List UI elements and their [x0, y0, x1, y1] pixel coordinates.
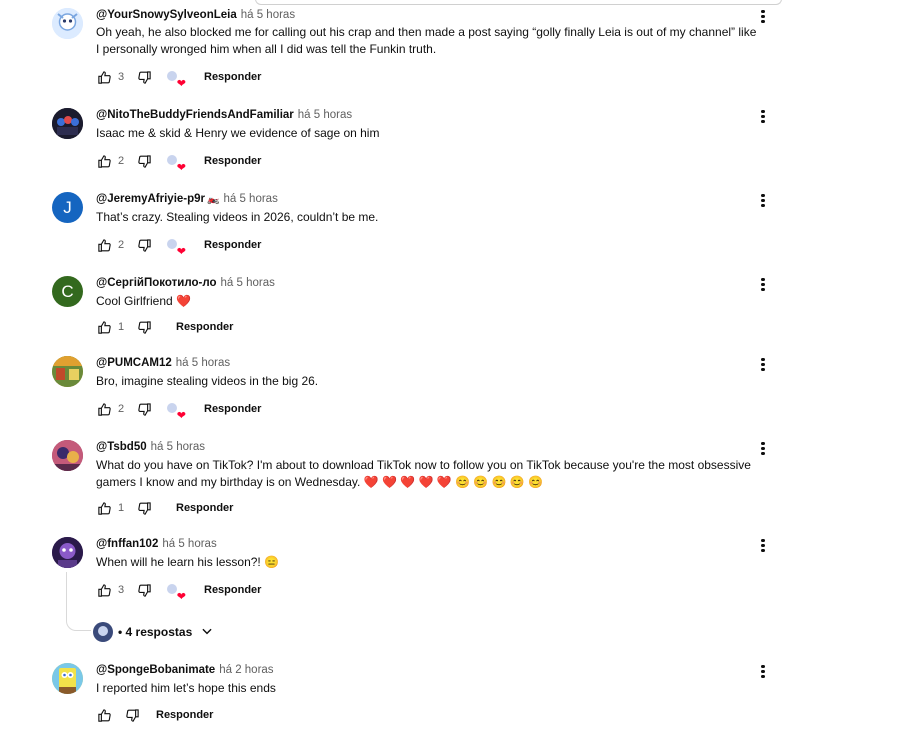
- reply-button[interactable]: Responder: [156, 709, 213, 721]
- avatar[interactable]: [52, 108, 83, 139]
- comment-text: Cool Girlfriend ❤️: [96, 293, 761, 310]
- comment-emoji: ❤️ ❤️ ❤️ ❤️ ❤️ 😊 😊 😊 😊 😊: [363, 475, 544, 489]
- comment-time[interactable]: há 2 horas: [219, 664, 273, 676]
- comment-text: Isaac me & skid & Henry we evidence of s…: [96, 126, 380, 140]
- like-count: 2: [118, 239, 125, 251]
- more-vert-icon[interactable]: [755, 663, 771, 681]
- replies-count-label[interactable]: • 4 respostas: [118, 625, 192, 639]
- reply-button[interactable]: Responder: [204, 71, 261, 83]
- previous-element-edge: [255, 0, 782, 5]
- reply-button[interactable]: Responder: [204, 155, 261, 167]
- comment-time[interactable]: há 5 horas: [298, 109, 352, 121]
- comment-text: What do you have on TikTok? I'm about to…: [96, 457, 761, 491]
- comment-author[interactable]: @YourSnowySylveonLeia: [96, 9, 237, 21]
- comment-time[interactable]: há 5 horas: [241, 9, 295, 21]
- creator-avatar-mini: [93, 622, 113, 642]
- comment-text: That’s crazy. Stealing videos in 2026, c…: [96, 210, 379, 224]
- like-count: 1: [118, 321, 125, 333]
- more-vert-icon[interactable]: [755, 108, 771, 126]
- creator-heart-icon: ❤: [162, 151, 186, 174]
- comment-time[interactable]: há 5 horas: [151, 441, 205, 453]
- more-vert-icon[interactable]: [755, 192, 771, 210]
- thumbs-up-icon[interactable]: [96, 153, 112, 169]
- chevron-down-icon[interactable]: [200, 624, 214, 641]
- comment-author[interactable]: @fnffan102: [96, 538, 158, 550]
- reply-button[interactable]: Responder: [204, 584, 261, 596]
- comment-text: I reported him let’s hope this ends: [96, 681, 276, 695]
- creator-heart-icon: ❤: [162, 399, 186, 422]
- creator-heart-icon: ❤: [162, 67, 186, 90]
- creator-heart-icon: ❤: [162, 235, 186, 258]
- thumbs-down-icon[interactable]: [136, 237, 152, 253]
- comment-author[interactable]: @Tsbd50: [96, 441, 147, 453]
- comment-text: When will he learn his lesson?! 😑: [96, 554, 761, 571]
- like-count: 2: [118, 155, 125, 167]
- thumbs-down-icon[interactable]: [136, 153, 152, 169]
- replies-toggle-button[interactable]: • 4 respostas: [93, 622, 214, 642]
- comment-author[interactable]: @SpongeBobanimate: [96, 664, 215, 676]
- comment-time[interactable]: há 5 horas: [221, 277, 275, 289]
- comment-text-body: Cool Girlfriend: [96, 294, 173, 308]
- avatar[interactable]: [52, 663, 83, 694]
- reply-button[interactable]: Responder: [176, 502, 233, 514]
- thumbs-up-icon[interactable]: [96, 237, 112, 253]
- creator-heart-icon: ❤: [162, 580, 186, 603]
- thumbs-up-icon[interactable]: [96, 707, 112, 723]
- thumbs-up-icon[interactable]: [96, 319, 112, 335]
- reply-button[interactable]: Responder: [176, 321, 233, 333]
- thumbs-up-icon[interactable]: [96, 582, 112, 598]
- comment-author[interactable]: @JeremyAfriyie-p9r: [96, 193, 205, 205]
- more-vert-icon[interactable]: [755, 276, 771, 294]
- thread-connector-line: [66, 572, 91, 631]
- comment-author[interactable]: @PUMCAM12: [96, 357, 172, 369]
- comment-text: Bro, imagine stealing videos in the big …: [96, 374, 319, 388]
- comment-text: Oh yeah, he also blocked me for calling …: [96, 25, 757, 56]
- comment-time[interactable]: há 5 horas: [223, 193, 277, 205]
- thumbs-down-icon[interactable]: [136, 582, 152, 598]
- thumbs-up-icon[interactable]: [96, 69, 112, 85]
- avatar[interactable]: [52, 8, 83, 39]
- avatar[interactable]: [52, 440, 83, 471]
- thumbs-up-icon[interactable]: [96, 500, 112, 516]
- reply-button[interactable]: Responder: [204, 403, 261, 415]
- thumbs-down-icon[interactable]: [136, 69, 152, 85]
- member-badge: 🏍️: [207, 194, 220, 205]
- like-count: 1: [118, 502, 125, 514]
- more-vert-icon[interactable]: [755, 356, 771, 374]
- like-count: 2: [118, 403, 125, 415]
- comment-text-body: When will he learn his lesson?!: [96, 555, 261, 569]
- avatar[interactable]: C: [52, 276, 83, 307]
- avatar[interactable]: [52, 537, 83, 568]
- like-count: 3: [118, 71, 125, 83]
- thumbs-up-icon[interactable]: [96, 401, 112, 417]
- comment-emoji: ❤️: [176, 294, 191, 308]
- thumbs-down-icon[interactable]: [124, 707, 140, 723]
- comment-time[interactable]: há 5 horas: [176, 357, 230, 369]
- like-count: 3: [118, 584, 125, 596]
- thumbs-down-icon[interactable]: [136, 401, 152, 417]
- avatar[interactable]: J: [52, 192, 83, 223]
- more-vert-icon[interactable]: [755, 537, 771, 555]
- avatar[interactable]: [52, 356, 83, 387]
- comment-time[interactable]: há 5 horas: [162, 538, 216, 550]
- thumbs-down-icon[interactable]: [136, 319, 152, 335]
- comment-author[interactable]: @СергійПокотило-ло: [96, 277, 217, 289]
- thumbs-down-icon[interactable]: [136, 500, 152, 516]
- avatar-letter: C: [61, 281, 74, 301]
- reply-button[interactable]: Responder: [204, 239, 261, 251]
- more-vert-icon[interactable]: [755, 8, 771, 26]
- more-vert-icon[interactable]: [755, 440, 771, 458]
- avatar-letter: J: [63, 197, 72, 217]
- comment-emoji: 😑: [264, 555, 280, 569]
- comment-author[interactable]: @NitoTheBuddyFriendsAndFamiliar: [96, 109, 294, 121]
